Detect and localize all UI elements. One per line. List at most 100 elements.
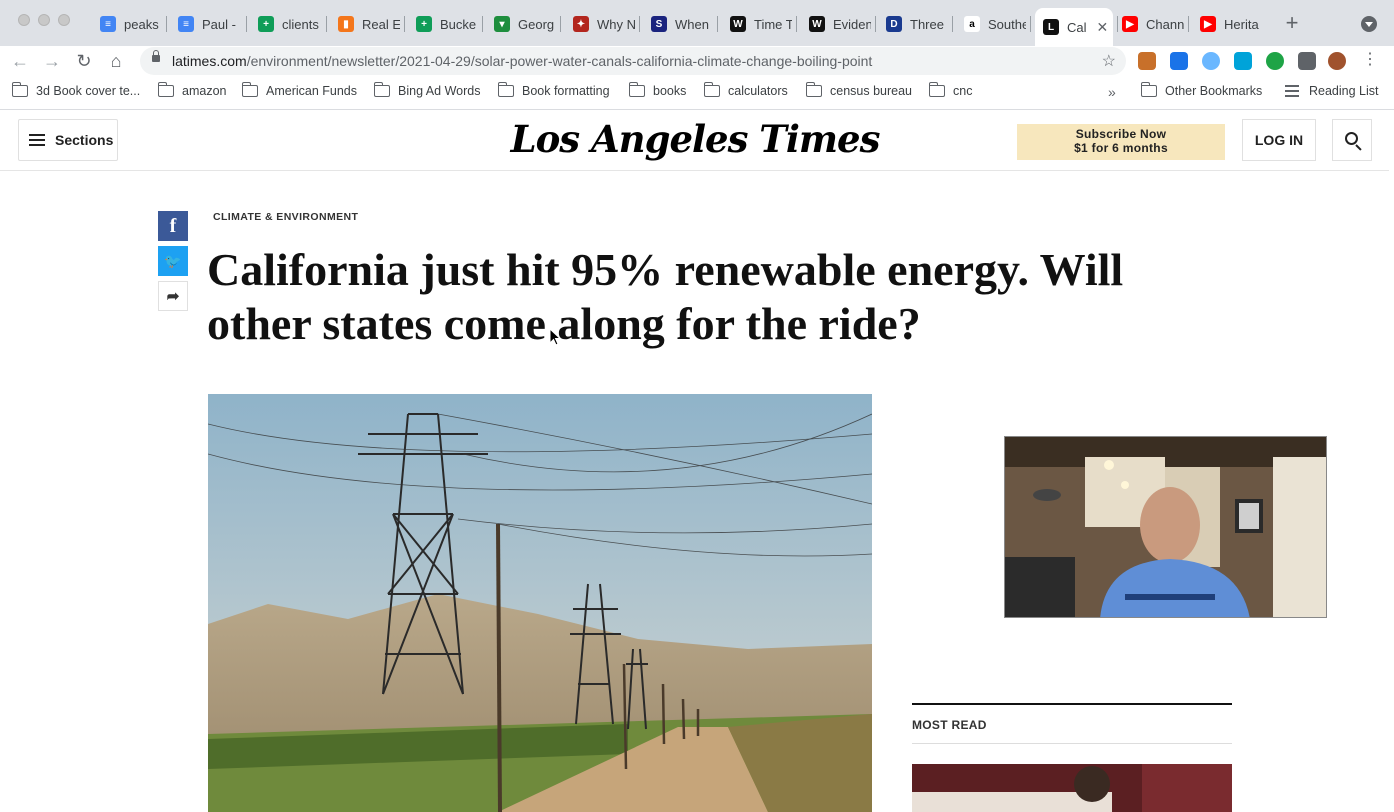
webcam-frame: [1005, 437, 1326, 617]
latimes-icon: L: [1043, 19, 1059, 35]
tab-separator: [482, 16, 483, 32]
article-section-kicker[interactable]: CLIMATE & ENVIRONMENT: [213, 211, 358, 223]
login-button[interactable]: LOG IN: [1242, 119, 1316, 161]
tab-when[interactable]: S When: [643, 9, 713, 39]
facebook-share-icon[interactable]: f: [158, 211, 188, 241]
close-tab-icon[interactable]: ✕: [1097, 19, 1109, 36]
bookmark-star-icon[interactable]: ☆: [1102, 51, 1116, 71]
di-icon: D: [886, 16, 902, 32]
more-bookmarks-chevron-icon[interactable]: »: [1108, 84, 1116, 100]
tab-georg[interactable]: ▾ Georg: [486, 9, 556, 39]
tab-search-icon[interactable]: [1361, 16, 1377, 32]
maximize-window-button[interactable]: [58, 14, 70, 26]
tab-separator: [326, 16, 327, 32]
minimize-window-button[interactable]: [38, 14, 50, 26]
reading-list[interactable]: Reading List: [1285, 84, 1379, 98]
bookmark-label: cnc: [953, 84, 973, 98]
tab-label: Why N: [597, 16, 635, 32]
extension-circle-icon[interactable]: [1202, 52, 1220, 70]
tab-separator: [1030, 16, 1031, 32]
bookmark-amazon[interactable]: amazon: [157, 82, 226, 98]
tab-label: Bucke: [440, 16, 477, 32]
lock-icon: [152, 50, 160, 62]
tab-label: Time T: [754, 16, 792, 32]
tab-three[interactable]: D Three: [878, 9, 948, 39]
back-arrow-icon[interactable]: ←: [9, 50, 31, 72]
twitter-share-icon[interactable]: 🐦: [158, 246, 188, 276]
most-read-divider: [912, 703, 1232, 705]
sections-button[interactable]: Sections: [18, 119, 118, 161]
tab-eviden[interactable]: W Eviden: [801, 9, 871, 39]
search-icon-handle: [1355, 144, 1362, 151]
tab-herita[interactable]: ▶ Herita: [1192, 9, 1262, 39]
subscribe-line2: $1 for 6 months: [1074, 141, 1168, 155]
new-tab-button[interactable]: +: [1280, 12, 1304, 36]
page-scrollbar[interactable]: [1389, 110, 1394, 812]
share-forward-icon[interactable]: ➦: [158, 281, 188, 311]
tab-clients[interactable]: + clients: [250, 9, 322, 39]
forward-arrow-icon[interactable]: →: [41, 50, 63, 72]
tab-bar: ≡ peaks ≡ Paul - + clients ▮ Real E + Bucke ▾ Georg…: [0, 0, 1394, 46]
bookmark-cnc[interactable]: cnc: [928, 82, 973, 98]
bookmark-label: census bureau: [830, 84, 913, 98]
youtube-icon: ▶: [1122, 16, 1138, 32]
bookmark-american-funds[interactable]: American Funds: [241, 82, 357, 98]
most-read-thumbnail[interactable]: [912, 764, 1232, 812]
subscribe-button[interactable]: Subscribe Now $1 for 6 months: [1017, 124, 1225, 160]
bookmark-3d-book-cover-te[interactable]: 3d Book cover te...: [11, 82, 141, 98]
browser-menu-icon[interactable]: ⋮: [1362, 52, 1378, 70]
bookmark-label: Book formatting: [522, 84, 610, 98]
extension-orange-icon[interactable]: [1138, 52, 1156, 70]
wuwt-icon: W: [809, 16, 825, 32]
site-logo[interactable]: Los Angeles Times: [480, 117, 910, 161]
other-bookmarks-label: Other Bookmarks: [1165, 84, 1263, 98]
youtube-icon: ▶: [1200, 16, 1216, 32]
tab-time-t[interactable]: W Time T: [722, 9, 792, 39]
google-sheets-icon: +: [416, 16, 432, 32]
address-bar[interactable]: latimes.com/environment/newsletter/2021-…: [140, 47, 1126, 75]
tab-bucke[interactable]: + Bucke: [408, 9, 478, 39]
tab-southe[interactable]: a Southe: [956, 9, 1026, 39]
tab-label: Chann: [1146, 16, 1184, 32]
bookmark-bing-ad-words[interactable]: Bing Ad Words: [373, 82, 480, 98]
tab-cal[interactable]: L Cal ✕: [1035, 8, 1113, 46]
most-read-heading: MOST READ: [912, 718, 987, 732]
tab-chann[interactable]: ▶ Chann: [1114, 9, 1184, 39]
webcam-video-overlay[interactable]: [1004, 436, 1327, 618]
profile-avatar-icon[interactable]: [1328, 52, 1346, 70]
bookmark-label: 3d Book cover te...: [36, 84, 141, 98]
extension-calendar-icon[interactable]: [1170, 52, 1188, 70]
article-headline: California just hit 95% renewable energy…: [207, 244, 1124, 349]
subscribe-line1: Subscribe Now: [1075, 127, 1167, 141]
amazon-icon: a: [964, 16, 980, 32]
bookmark-calculators[interactable]: calculators: [703, 82, 788, 98]
tab-separator: [717, 16, 718, 32]
extension-green-icon[interactable]: [1266, 52, 1284, 70]
folder-icon: [11, 82, 28, 97]
google-sheets-icon: +: [258, 16, 274, 32]
search-button[interactable]: [1332, 119, 1372, 161]
url-host: latimes.com: [172, 53, 247, 69]
bookmark-census-bureau[interactable]: census bureau: [805, 82, 913, 98]
tab-label: Cal: [1067, 19, 1087, 35]
mouse-cursor-icon: [549, 328, 561, 346]
bookmark-book-formatting[interactable]: Book formatting: [497, 82, 610, 98]
google-docs-icon: ≡: [100, 16, 116, 32]
tab-label: Three: [910, 16, 944, 32]
tab-paul-[interactable]: ≡ Paul -: [170, 9, 242, 39]
tab-label: Herita: [1224, 16, 1259, 32]
tab-real-e[interactable]: ▮ Real E: [330, 9, 400, 39]
tab-separator: [875, 16, 876, 32]
tab-label: peaks: [124, 16, 159, 32]
close-window-button[interactable]: [18, 14, 30, 26]
reload-icon[interactable]: ↻: [73, 50, 95, 72]
tab-separator: [166, 16, 167, 32]
tab-peaks[interactable]: ≡ peaks: [92, 9, 162, 39]
puzzle-icon[interactable]: [1298, 52, 1316, 70]
home-icon[interactable]: ⌂: [105, 50, 127, 72]
extension-cloud-icon[interactable]: [1234, 52, 1252, 70]
other-bookmarks[interactable]: Other Bookmarks: [1140, 82, 1263, 98]
bookmark-books[interactable]: books: [628, 82, 686, 98]
folder-icon: [703, 82, 720, 97]
tab-why-n[interactable]: ✦ Why N: [565, 9, 635, 39]
